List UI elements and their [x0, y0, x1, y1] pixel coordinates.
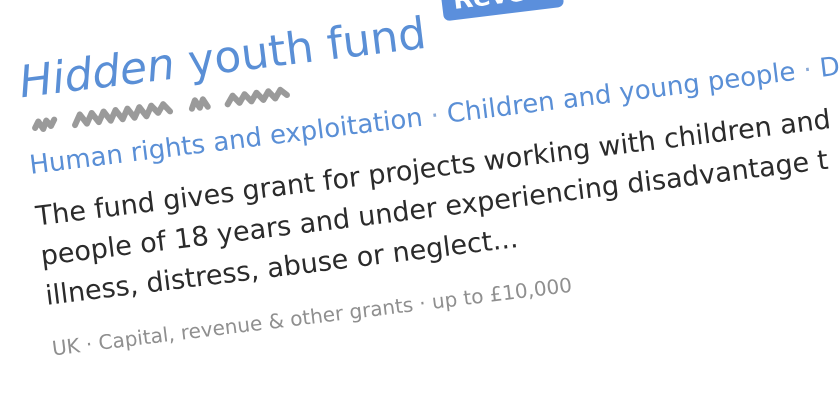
tag-truncated[interactable]: Di	[818, 51, 840, 84]
page: Hidden youth fund Reveal Human rights an…	[0, 0, 840, 420]
fund-card[interactable]: Hidden youth fund Reveal Human rights an…	[12, 0, 840, 361]
reveal-button[interactable]: Reveal	[439, 0, 565, 22]
title-rest: youth fund	[185, 7, 429, 88]
tag-separator: ·	[801, 55, 814, 86]
tag-separator: ·	[428, 100, 441, 132]
